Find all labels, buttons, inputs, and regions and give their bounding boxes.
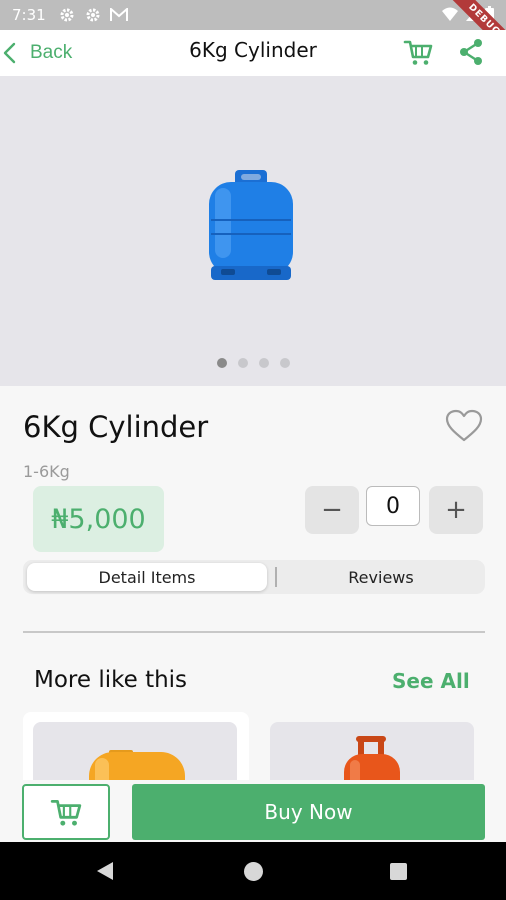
decrease-quantity-button[interactable]: − (305, 486, 359, 534)
status-notification-icons (58, 6, 128, 24)
product-detail-screen: 7:31 DEBUG Back 6Kg Cylinder 6Kg Cylinde… (0, 0, 506, 900)
carousel-indicators (0, 358, 506, 368)
share-button[interactable] (456, 36, 486, 68)
settings-icon (58, 6, 76, 24)
nav-back-icon[interactable] (96, 861, 114, 881)
carousel-dot[interactable] (216, 358, 227, 368)
nav-recents-icon[interactable] (390, 863, 407, 880)
status-bar: 7:31 DEBUG (0, 0, 506, 62)
system-navigation-bar (0, 842, 506, 900)
section-title: More like this (34, 667, 188, 693)
cart-icon (403, 40, 433, 65)
app-bar: Back 6Kg Cylinder (0, 30, 506, 76)
product-variant: 1-6Kg (23, 462, 70, 481)
heart-icon (445, 409, 483, 442)
bottom-action-bar: Buy Now (0, 780, 506, 842)
status-time: 7:31 (12, 6, 46, 24)
buy-now-button[interactable]: Buy Now (132, 784, 485, 840)
nav-home-icon[interactable] (244, 862, 263, 881)
wifi-icon (441, 6, 459, 26)
detail-tabs: Detail Items Reviews (23, 560, 485, 594)
settings-icon (84, 6, 102, 24)
tab-separator (275, 567, 277, 587)
cart-button[interactable] (402, 36, 434, 68)
product-name: 6Kg Cylinder (23, 410, 209, 444)
price-value: ₦5,000 (51, 503, 146, 535)
blue-gas-cylinder-image (209, 170, 293, 280)
favorite-button[interactable] (444, 408, 484, 444)
carousel-dot[interactable] (279, 358, 290, 368)
back-button[interactable]: Back (0, 34, 72, 72)
chevron-left-icon (3, 42, 16, 64)
see-all-link[interactable]: See All (392, 669, 470, 693)
share-icon (460, 39, 482, 65)
product-image-carousel[interactable] (0, 76, 506, 386)
back-label: Back (30, 42, 73, 63)
carousel-dot[interactable] (258, 358, 269, 368)
increase-quantity-button[interactable]: + (429, 486, 483, 534)
carousel-dot[interactable] (237, 358, 248, 368)
cart-icon (50, 799, 82, 826)
divider (23, 631, 485, 633)
mail-icon (110, 6, 128, 24)
quantity-value[interactable]: 0 (366, 486, 420, 526)
tab-reviews[interactable]: Reviews (281, 563, 481, 591)
tab-detail-items[interactable]: Detail Items (27, 563, 267, 591)
add-to-cart-button[interactable] (22, 784, 110, 840)
price-badge: ₦5,000 (33, 486, 164, 552)
